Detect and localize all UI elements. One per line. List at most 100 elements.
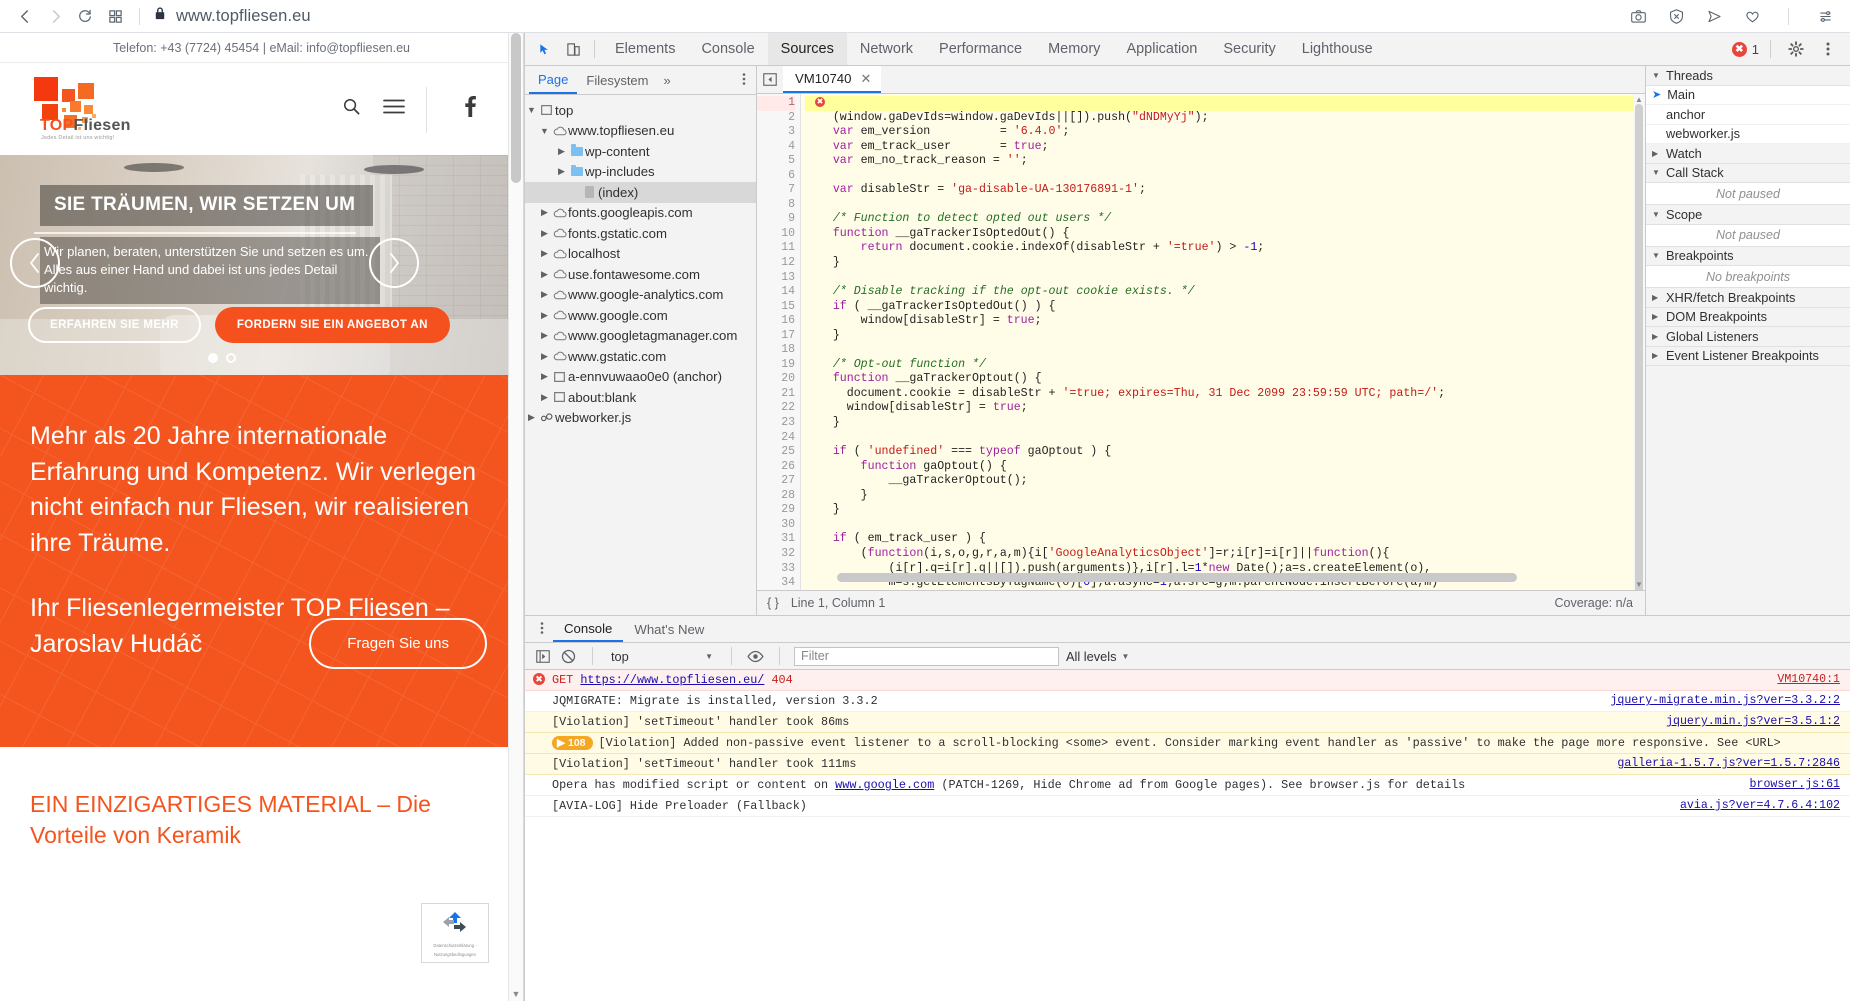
learn-more-button[interactable]: ERFAHREN SIE MEHR bbox=[28, 307, 201, 343]
code-line[interactable]: document.cookie = disableStr + '=true; e… bbox=[805, 387, 1645, 402]
code-line[interactable] bbox=[805, 169, 1645, 184]
tab-sources[interactable]: Sources bbox=[767, 33, 847, 65]
caret-right-icon[interactable]: ▶ bbox=[538, 248, 551, 259]
caret-down-icon[interactable]: ▼ bbox=[1652, 168, 1661, 177]
section-threads[interactable]: ▼ Threads bbox=[1646, 66, 1850, 86]
caret-right-icon[interactable]: ▶ bbox=[538, 207, 551, 218]
code-line[interactable] bbox=[805, 271, 1645, 286]
console-message-source[interactable]: browser.js:61 bbox=[1736, 778, 1840, 791]
facebook-icon[interactable] bbox=[464, 95, 476, 123]
code-vscroll-thumb[interactable] bbox=[1635, 104, 1643, 590]
line-number[interactable]: 32 bbox=[757, 547, 795, 562]
tab-lighthouse[interactable]: Lighthouse bbox=[1289, 33, 1386, 65]
tree-node-googletagmanager[interactable]: ▶ www.googletagmanager.com bbox=[525, 326, 756, 347]
tree-node-anchor-frame[interactable]: ▶ a-ennvuwaao0e0 (anchor) bbox=[525, 367, 756, 388]
snapshot-icon[interactable] bbox=[1627, 3, 1649, 29]
thread-row-webworker[interactable]: webworker.js bbox=[1646, 124, 1850, 144]
section-event-listener-breakpoints[interactable]: ▶ Event Listener Breakpoints bbox=[1646, 346, 1850, 366]
chevron-down-icon[interactable]: ▼ bbox=[705, 652, 713, 661]
code-line[interactable] bbox=[805, 343, 1645, 358]
console-message-source[interactable]: avia.js?ver=4.7.6.4:102 bbox=[1666, 799, 1840, 812]
console-link[interactable]: https://www.topfliesen.eu/ bbox=[580, 673, 764, 687]
code-line[interactable] bbox=[805, 431, 1645, 446]
scroll-up-arrow-icon[interactable]: ▲ bbox=[1633, 95, 1645, 104]
drawer-tab-whats-new[interactable]: What's New bbox=[623, 616, 715, 642]
section-xhr-breakpoints[interactable]: ▶ XHR/fetch Breakpoints bbox=[1646, 288, 1850, 308]
line-number[interactable]: 27 bbox=[757, 474, 795, 489]
code-horizontal-scrollbar[interactable] bbox=[801, 573, 1645, 582]
pretty-print-icon[interactable]: { } bbox=[767, 596, 779, 610]
section-scope[interactable]: ▼ Scope bbox=[1646, 205, 1850, 225]
code-line[interactable]: if ( em_track_user ) { bbox=[805, 532, 1645, 547]
line-number[interactable]: 11 bbox=[757, 241, 795, 256]
line-number[interactable]: 6 bbox=[757, 169, 795, 184]
error-count-badge[interactable]: ✖ 1 bbox=[1731, 41, 1759, 57]
line-number[interactable]: 20 bbox=[757, 372, 795, 387]
code-line[interactable]: function __gaTrackerOptout() { bbox=[805, 372, 1645, 387]
slider-next-button[interactable] bbox=[369, 238, 419, 288]
caret-right-icon[interactable]: ▶ bbox=[538, 228, 551, 239]
caret-right-icon[interactable]: ▶ bbox=[538, 269, 551, 280]
line-number[interactable]: 14 bbox=[757, 285, 795, 300]
chevron-down-icon[interactable]: ▼ bbox=[1122, 652, 1130, 661]
code-line[interactable]: return document.cookie.indexOf(disableSt… bbox=[805, 241, 1645, 256]
kebab-menu-icon[interactable] bbox=[1814, 36, 1842, 62]
navigator-kebab-menu-icon[interactable] bbox=[738, 72, 750, 89]
live-expression-icon[interactable] bbox=[746, 647, 765, 666]
line-number[interactable]: 21 bbox=[757, 387, 795, 402]
line-number[interactable]: 12 bbox=[757, 256, 795, 271]
line-number[interactable]: 31 bbox=[757, 532, 795, 547]
console-message-source[interactable]: galleria-1.5.7.js?ver=1.5.7:2846 bbox=[1603, 757, 1840, 770]
line-number[interactable]: 5 bbox=[757, 154, 795, 169]
line-number[interactable]: 24 bbox=[757, 431, 795, 446]
caret-down-icon[interactable]: ▼ bbox=[538, 126, 551, 136]
console-sidebar-icon[interactable] bbox=[533, 647, 552, 666]
code-line[interactable] bbox=[805, 198, 1645, 213]
console-filter-input[interactable]: Filter bbox=[794, 646, 1059, 666]
caret-down-icon[interactable]: ▼ bbox=[525, 105, 538, 115]
tree-node-google[interactable]: ▶ www.google.com bbox=[525, 305, 756, 326]
tree-node-fonts-googleapis[interactable]: ▶ fonts.googleapis.com bbox=[525, 203, 756, 224]
line-number[interactable]: 4 bbox=[757, 140, 795, 155]
line-number[interactable]: 10 bbox=[757, 227, 795, 242]
tree-node-wp-content[interactable]: ▶ wp-content bbox=[525, 141, 756, 162]
caret-right-icon[interactable]: ▶ bbox=[538, 351, 551, 362]
inspect-element-icon[interactable] bbox=[531, 36, 559, 62]
console-message[interactable]: ✖ GET https://www.topfliesen.eu/ 404 VM107… bbox=[525, 670, 1850, 691]
line-number[interactable]: 19 bbox=[757, 358, 795, 373]
tree-node-about-blank[interactable]: ▶ about:blank bbox=[525, 387, 756, 408]
gear-icon[interactable] bbox=[1782, 36, 1810, 62]
caret-right-icon[interactable]: ▶ bbox=[1652, 149, 1661, 158]
privacy-badge[interactable]: Datenschutzerklärung - Nutzungsbedingung… bbox=[421, 903, 489, 963]
code-vertical-scrollbar[interactable]: ▲ ▼ bbox=[1633, 94, 1645, 590]
tab-memory[interactable]: Memory bbox=[1035, 33, 1113, 65]
slider-dot-1[interactable] bbox=[208, 353, 218, 363]
caret-right-icon[interactable]: ▶ bbox=[525, 412, 538, 423]
caret-right-icon[interactable]: ▶ bbox=[538, 310, 551, 321]
code-hscroll-thumb[interactable] bbox=[837, 573, 1517, 582]
collapse-sidebar-icon[interactable] bbox=[757, 73, 783, 86]
line-number[interactable]: 28 bbox=[757, 489, 795, 504]
code-line[interactable]: var em_version = '6.4.0'; bbox=[805, 125, 1645, 140]
code-content[interactable]: ✖ (window.gaDevIds=window.gaDevIds||[]).… bbox=[801, 94, 1645, 590]
console-message[interactable]: Opera has modified script or content on … bbox=[525, 775, 1850, 796]
log-levels-select[interactable]: All levels ▼ bbox=[1066, 649, 1129, 664]
line-number[interactable]: 16 bbox=[757, 314, 795, 329]
caret-right-icon[interactable]: ▶ bbox=[555, 166, 568, 177]
easy-setup-icon[interactable] bbox=[1814, 3, 1836, 29]
ask-us-button[interactable]: Fragen Sie uns bbox=[309, 618, 487, 669]
adblock-shield-icon[interactable] bbox=[1665, 3, 1687, 29]
tab-network[interactable]: Network bbox=[847, 33, 926, 65]
code-line[interactable]: var em_track_user = true; bbox=[805, 140, 1645, 155]
scroll-down-arrow-icon[interactable]: ▼ bbox=[509, 989, 523, 999]
device-toolbar-icon[interactable] bbox=[559, 36, 587, 62]
section-watch[interactable]: ▶ Watch bbox=[1646, 144, 1850, 164]
tree-node-gstatic[interactable]: ▶ www.gstatic.com bbox=[525, 346, 756, 367]
slider-prev-button[interactable] bbox=[10, 238, 60, 288]
site-logo[interactable]: TOPFliesen Jedes Detail ist uns wichtig! bbox=[34, 75, 139, 143]
console-message[interactable]: JQMIGRATE: Migrate is installed, version… bbox=[525, 691, 1850, 712]
console-message[interactable]: ▶ 108 [Violation] Added non-passive event… bbox=[525, 733, 1850, 754]
forward-button[interactable] bbox=[40, 3, 70, 29]
tab-console[interactable]: Console bbox=[688, 33, 767, 65]
reload-button[interactable] bbox=[70, 3, 100, 29]
